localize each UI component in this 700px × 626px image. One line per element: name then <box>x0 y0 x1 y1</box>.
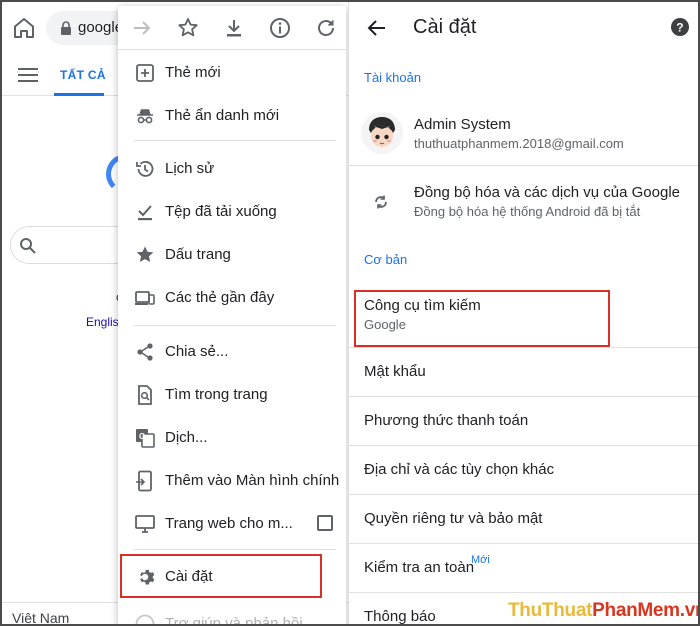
url-text: google <box>78 19 124 36</box>
menu-item-label: Tìm trong trang <box>165 386 268 403</box>
lock-icon <box>61 21 71 35</box>
menu-item-add-to-home[interactable]: Thêm vào Màn hình chính <box>118 460 346 503</box>
menu-item-desktop-site[interactable]: Trang web cho m... <box>118 503 346 546</box>
settings-row-label: Phương thức thanh toán <box>364 412 529 429</box>
menu-item-downloads[interactable]: Tệp đã tải xuống <box>118 191 346 234</box>
sync-title: Đồng bộ hóa và các dịch vụ của Google <box>414 184 681 201</box>
account-row[interactable]: Admin System thuthuatphanmem.2018@gmail.… <box>349 100 698 166</box>
language-link[interactable]: Englis <box>86 315 119 329</box>
overflow-menu: Thẻ mới Thẻ ẩn danh mới Lịch sử Tệp đã t… <box>118 6 346 626</box>
tab-indicator <box>54 93 104 96</box>
section-account-header: Tài khoản <box>364 70 422 85</box>
watermark-part-1: ThuThuat <box>508 600 593 621</box>
info-icon[interactable] <box>268 16 292 40</box>
new-badge: Mới <box>471 554 490 566</box>
menu-divider <box>134 549 336 550</box>
settings-row-label: Quyền riêng tư và bảo mật <box>364 510 543 527</box>
screenshot-frame: google TẤT CẢ c Englis Việt Nam Thẻ mới <box>0 0 700 626</box>
footer-country: Việt Nam <box>12 610 70 626</box>
menu-item-label: Trang web cho m... <box>165 515 293 532</box>
menu-action-bar <box>118 6 346 50</box>
forward-icon[interactable] <box>130 16 154 40</box>
menu-item-label: Dịch... <box>165 429 208 446</box>
menu-item-label: Tệp đã tải xuống <box>165 203 277 220</box>
menu-item-find-in-page[interactable]: Tìm trong trang <box>118 374 346 417</box>
highlight-search-engine-row <box>354 290 610 347</box>
incognito-icon <box>137 109 153 124</box>
bookmark-star-icon[interactable] <box>176 16 200 40</box>
menu-item-label: Lịch sử <box>165 160 215 177</box>
highlight-settings-menu-item <box>120 554 322 598</box>
menu-item-recent-tabs[interactable]: Các thẻ gần đây <box>118 277 346 320</box>
svg-text:G: G <box>139 432 145 441</box>
sync-off-icon <box>375 195 387 209</box>
menu-item-label: Chia sẻ... <box>165 343 229 360</box>
menu-item-label: Thẻ mới <box>165 64 221 81</box>
home-icon[interactable] <box>12 16 36 40</box>
download-check-icon <box>138 205 152 221</box>
download-icon[interactable] <box>222 16 246 40</box>
star-icon <box>136 246 154 262</box>
menu-item-bookmarks[interactable]: Dấu trang <box>118 234 346 277</box>
avatar <box>361 112 403 154</box>
account-name: Admin System <box>414 116 511 133</box>
page-title: Cài đặt <box>413 16 477 38</box>
settings-row-label: Thông báo <box>364 608 436 625</box>
watermark-part-2: PhanMem <box>592 600 680 621</box>
desktop-icon <box>135 515 155 533</box>
settings-row-passwords[interactable]: Mật khẩu <box>349 348 698 397</box>
desktop-site-checkbox[interactable] <box>317 515 333 531</box>
menu-item-label: Trợ giúp và phản hồi <box>165 615 303 626</box>
devices-icon <box>135 291 155 305</box>
plus-square-icon <box>136 64 154 82</box>
help-icon <box>135 614 155 624</box>
translate-icon: G <box>136 429 155 448</box>
svg-text:?: ? <box>676 21 683 35</box>
menu-item-history[interactable]: Lịch sử <box>118 148 346 191</box>
settings-row-safety-check[interactable]: Kiểm tra an toàn Mới <box>349 544 698 593</box>
settings-row-label: Địa chỉ và các tùy chọn khác <box>364 461 555 478</box>
settings-row-privacy[interactable]: Quyền riêng tư và bảo mật <box>349 495 698 544</box>
menu-item-label: Thêm vào Màn hình chính <box>165 472 340 489</box>
sync-subtitle: Đồng bộ hóa hệ thống Android đã bị tắt <box>414 204 641 219</box>
watermark-logo: ThuThuatPhanMem.vn <box>508 600 698 622</box>
hamburger-icon[interactable] <box>18 68 38 82</box>
share-icon <box>137 343 153 361</box>
find-in-page-icon <box>138 385 152 405</box>
avatar-cartoon-icon <box>369 117 395 147</box>
history-icon <box>136 161 154 177</box>
menu-divider <box>134 140 336 141</box>
menu-item-incognito[interactable]: Thẻ ẩn danh mới <box>118 95 346 138</box>
account-email: thuthuatphanmem.2018@gmail.com <box>414 136 624 151</box>
section-basic-header: Cơ bản <box>364 252 408 267</box>
sync-services-row[interactable]: Đồng bộ hóa và các dịch vụ của Google Đồ… <box>349 172 698 232</box>
menu-item-translate[interactable]: G Dịch... <box>118 417 346 460</box>
help-icon[interactable]: ? <box>671 18 689 36</box>
menu-item-label: Các thẻ gần đây <box>165 289 275 306</box>
back-arrow-icon[interactable] <box>365 16 389 40</box>
search-icon <box>20 238 36 254</box>
add-to-home-icon <box>136 470 152 492</box>
menu-item-label: Thẻ ẩn danh mới <box>165 107 280 124</box>
settings-row-label: Mật khẩu <box>364 363 426 380</box>
menu-item-label: Dấu trang <box>165 246 231 263</box>
settings-header: Cài đặt ? <box>349 2 698 54</box>
menu-divider <box>134 325 336 326</box>
menu-item-new-tab[interactable]: Thẻ mới <box>118 52 346 95</box>
settings-row-payment[interactable]: Phương thức thanh toán <box>349 397 698 446</box>
watermark-part-3: .vn <box>679 600 698 621</box>
menu-item-help[interactable]: Trợ giúp và phản hồi <box>118 603 346 626</box>
settings-row-label: Kiểm tra an toàn <box>364 559 475 576</box>
settings-row-addresses[interactable]: Địa chỉ và các tùy chọn khác <box>349 446 698 495</box>
tab-all[interactable]: TẤT CẢ <box>60 68 106 82</box>
reload-icon[interactable] <box>314 16 338 40</box>
menu-item-share[interactable]: Chia sẻ... <box>118 331 346 374</box>
